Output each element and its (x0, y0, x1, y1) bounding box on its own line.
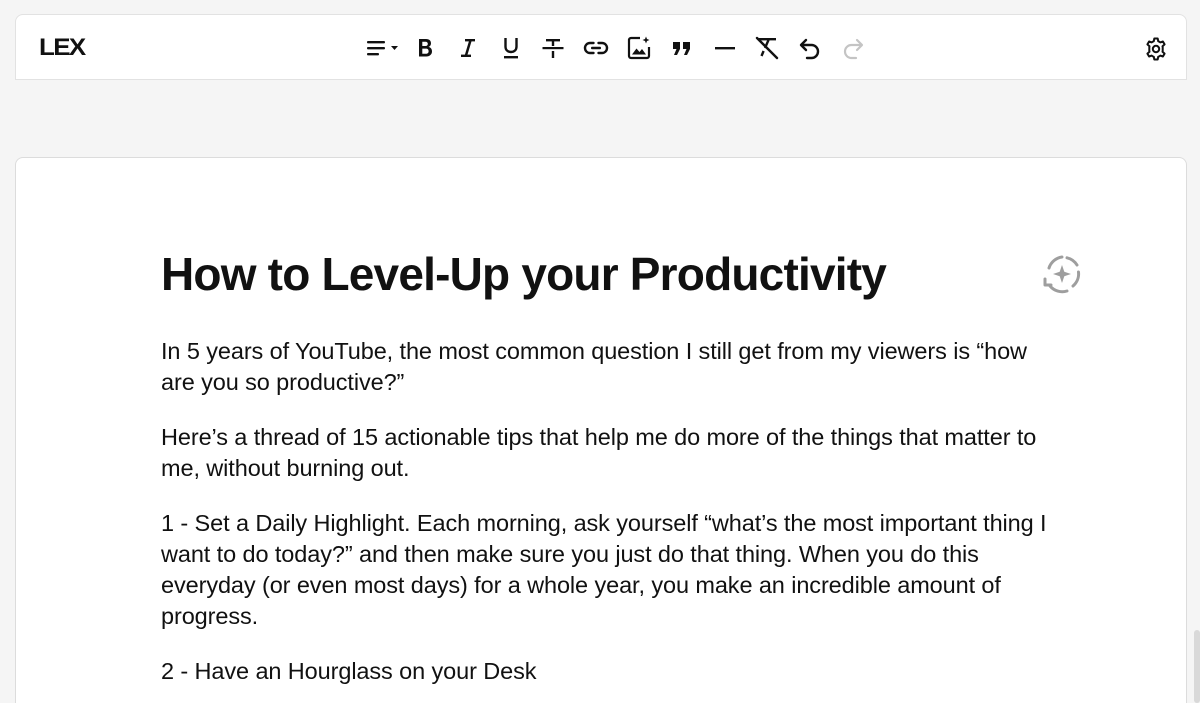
app-logo[interactable]: LEX (39, 34, 86, 62)
redo-icon (843, 38, 864, 60)
horizontal-rule-button[interactable] (709, 32, 741, 64)
bold-button[interactable] (409, 32, 441, 64)
horizontal-rule-icon (714, 47, 735, 50)
image-add-icon (627, 36, 651, 60)
document-title[interactable]: How to Level-Up your Productivity (161, 246, 887, 302)
chevron-down-icon (391, 46, 398, 50)
clear-format-icon (756, 36, 779, 60)
document-editor[interactable]: How to Level-Up your Productivity In 5 y… (15, 157, 1187, 703)
ai-assist-button[interactable] (1040, 253, 1084, 297)
top-toolbar: LEX (15, 14, 1187, 80)
underline-button[interactable] (495, 32, 527, 64)
strikethrough-icon (542, 39, 564, 58)
insert-image-button[interactable] (623, 32, 655, 64)
link-icon (583, 41, 609, 55)
link-button[interactable] (580, 32, 612, 64)
undo-button[interactable] (794, 32, 826, 64)
redo-button[interactable] (837, 32, 869, 64)
undo-icon (799, 38, 820, 60)
italic-button[interactable] (452, 32, 484, 64)
ai-sparkle-icon (1043, 255, 1081, 294)
paragraph[interactable]: In 5 years of YouTube, the most common q… (161, 336, 1061, 398)
quote-icon (672, 42, 690, 55)
paragraph[interactable]: 2 - Have an Hourglass on your Desk (161, 656, 1061, 687)
bold-icon (419, 39, 432, 57)
paragraph[interactable]: 1 - Set a Daily Highlight. Each morning,… (161, 508, 1061, 632)
strikethrough-button[interactable] (537, 32, 569, 64)
paragraph[interactable]: Here’s a thread of 15 actionable tips th… (161, 422, 1061, 484)
blockquote-button[interactable] (666, 32, 698, 64)
underline-icon (503, 38, 518, 59)
app-window: LEX How to Level-Up your Productivity In… (0, 0, 1200, 703)
formatting-tools (363, 32, 880, 64)
italic-icon (460, 39, 475, 57)
scrollbar-thumb[interactable] (1194, 630, 1200, 703)
gear-icon (1146, 37, 1166, 61)
document-body[interactable]: In 5 years of YouTube, the most common q… (161, 336, 1061, 703)
align-dropdown-button[interactable] (363, 32, 403, 64)
clear-formatting-button[interactable] (751, 32, 783, 64)
settings-button[interactable] (1144, 37, 1168, 61)
align-left-icon (367, 41, 398, 56)
